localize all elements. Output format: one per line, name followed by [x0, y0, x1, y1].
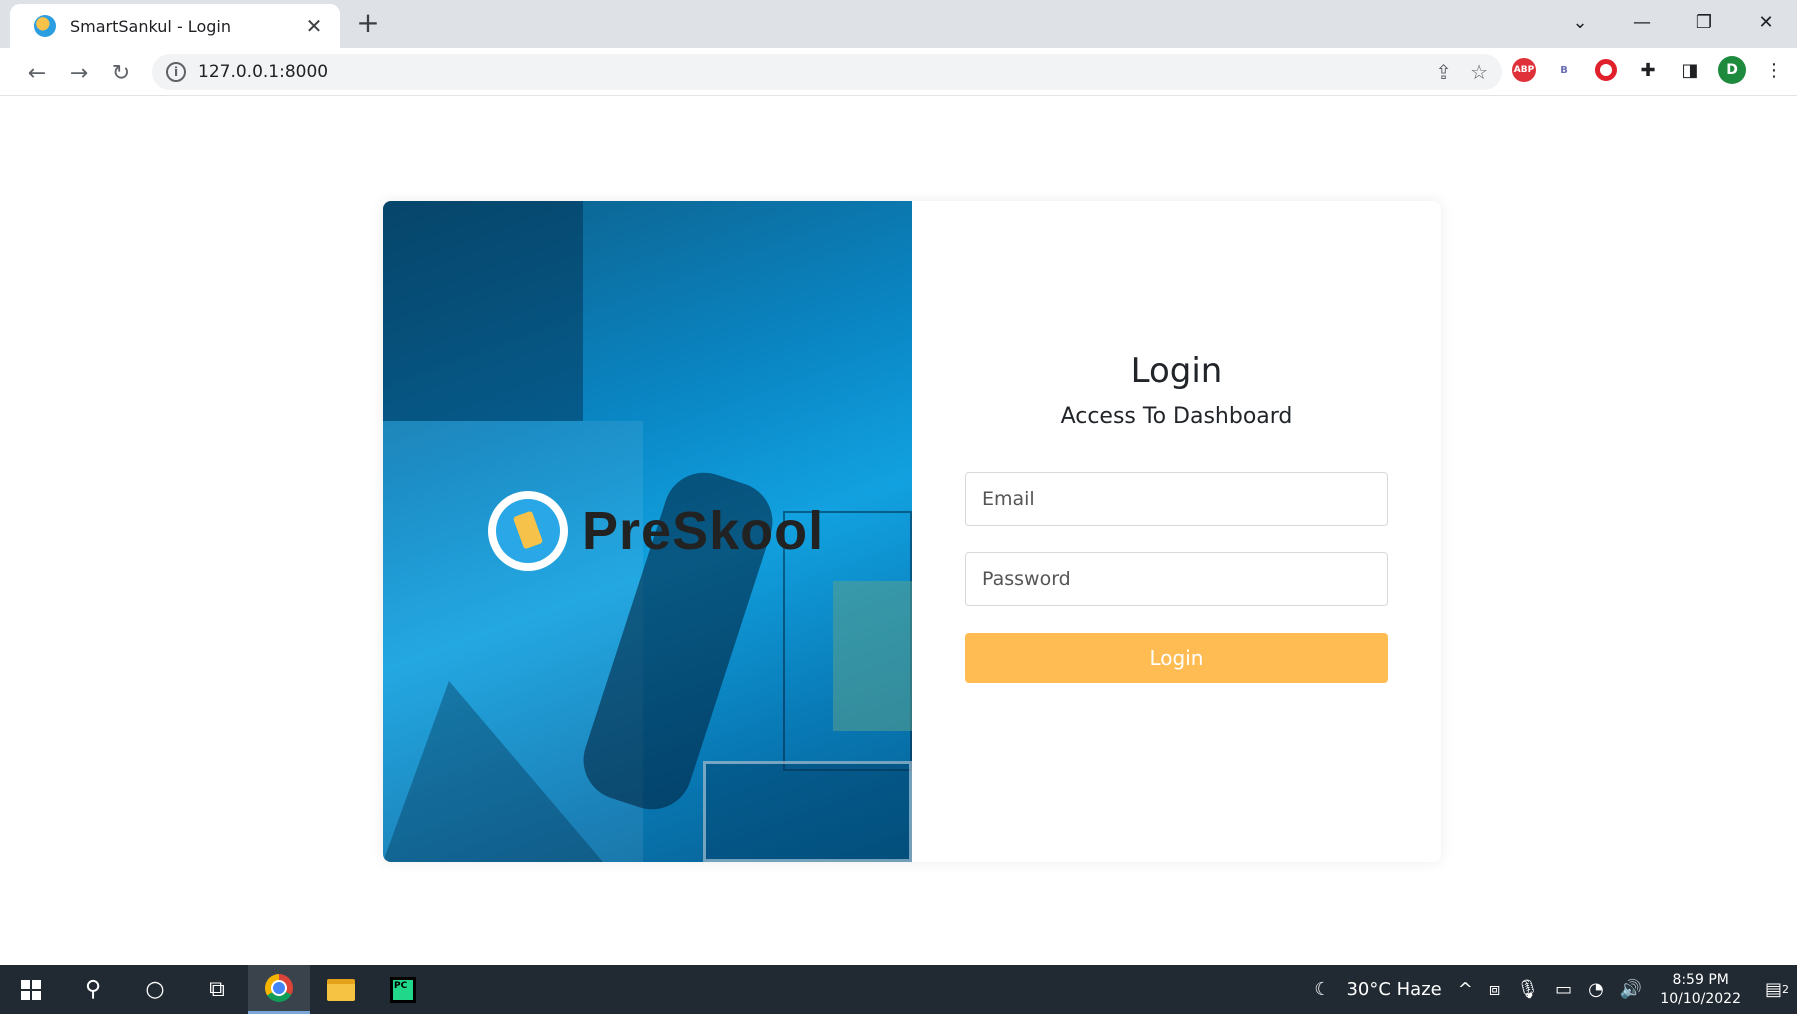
meet-now-icon[interactable]: ⧈ — [1489, 979, 1500, 1000]
windows-taskbar: ⚲ ○ ⧉ PC ☾ 30°C Haze ^ ⧈ 🎙 ▭ ◔ 🔊 8:59 PM… — [0, 965, 1797, 1014]
profile-avatar[interactable]: D — [1718, 56, 1746, 84]
restore-button[interactable]: ❐ — [1673, 0, 1735, 44]
login-card: PreSkool Login Access To Dashboard Login — [383, 201, 1441, 862]
volume-icon[interactable]: 🔊 — [1620, 979, 1642, 1000]
adblock-extension-icon[interactable]: ABP — [1512, 58, 1536, 82]
reload-icon[interactable]: ↻ — [104, 56, 138, 90]
close-window-button[interactable]: ✕ — [1735, 0, 1797, 44]
brand-name: PreSkool — [582, 501, 825, 561]
weather-text[interactable]: 30°C Haze — [1346, 979, 1441, 1000]
login-button[interactable]: Login — [965, 633, 1388, 683]
menu-kebab-icon[interactable]: ⋮ — [1760, 56, 1788, 84]
browser-tab[interactable]: SmartSankul - Login ✕ — [10, 4, 340, 48]
address-bar[interactable]: i 127.0.0.1:8000 ⇪ ☆ — [152, 54, 1502, 90]
extensions-bar: ABP B ✚ ◨ D ⋮ — [1512, 56, 1788, 84]
opera-extension-icon[interactable] — [1592, 56, 1620, 84]
login-form: Login Access To Dashboard Login — [912, 201, 1441, 862]
battery-icon[interactable]: ▭ — [1555, 979, 1572, 1000]
b-extension-icon[interactable]: B — [1550, 56, 1578, 84]
browser-tabstrip: SmartSankul - Login ✕ + ⌄ — ❐ ✕ — [0, 0, 1797, 48]
clock[interactable]: 8:59 PM 10/10/2022 — [1660, 971, 1741, 1009]
page-content: PreSkool Login Access To Dashboard Login — [0, 97, 1797, 965]
password-field[interactable] — [965, 552, 1388, 606]
notification-count: 2 — [1782, 983, 1789, 996]
search-icon[interactable]: ⚲ — [62, 965, 124, 1014]
chevron-up-icon[interactable]: ^ — [1458, 979, 1473, 1000]
hero-image: PreSkool — [383, 201, 912, 862]
forward-arrow-icon[interactable]: → — [62, 56, 96, 90]
weather-moon-icon[interactable]: ☾ — [1314, 979, 1330, 1000]
wifi-icon[interactable]: ◔ — [1588, 979, 1604, 1000]
minimize-button[interactable]: — — [1611, 0, 1673, 44]
new-tab-button[interactable]: + — [352, 8, 384, 40]
tab-title: SmartSankul - Login — [70, 16, 231, 36]
site-info-icon[interactable]: i — [166, 62, 186, 82]
share-icon[interactable]: ⇪ — [1435, 60, 1452, 84]
clock-date: 10/10/2022 — [1660, 990, 1741, 1007]
url-text: 127.0.0.1:8000 — [198, 62, 329, 82]
notification-center-icon[interactable]: ▤ 2 — [1757, 965, 1797, 1014]
cortana-icon[interactable]: ○ — [124, 965, 186, 1014]
puzzle-extensions-icon[interactable]: ✚ — [1634, 56, 1662, 84]
pencil-logo-icon — [488, 491, 568, 571]
page-title: Login — [1130, 351, 1223, 391]
tab-search-icon[interactable]: ⌄ — [1549, 0, 1611, 44]
bookmark-star-icon[interactable]: ☆ — [1470, 60, 1488, 84]
tab-close-icon[interactable]: ✕ — [302, 14, 326, 38]
chrome-taskbar-icon[interactable] — [248, 965, 310, 1014]
page-subtitle: Access To Dashboard — [1060, 404, 1293, 429]
file-explorer-icon[interactable] — [310, 965, 372, 1014]
brand-logo: PreSkool — [488, 491, 824, 571]
favicon-icon — [34, 15, 56, 37]
side-panel-icon[interactable]: ◨ — [1676, 56, 1704, 84]
task-view-icon[interactable]: ⧉ — [186, 965, 248, 1014]
email-field[interactable] — [965, 472, 1388, 526]
microphone-icon[interactable]: 🎙 — [1516, 979, 1539, 1000]
window-controls: ⌄ — ❐ ✕ — [1549, 0, 1797, 44]
omnibox-actions: ⇪ ☆ — [1435, 60, 1488, 84]
start-windows-icon[interactable] — [0, 965, 62, 1014]
back-arrow-icon[interactable]: ← — [20, 56, 54, 90]
system-tray: ☾ 30°C Haze ^ ⧈ 🎙 ▭ ◔ 🔊 8:59 PM 10/10/20… — [1306, 965, 1797, 1014]
pycharm-icon[interactable]: PC — [372, 965, 434, 1014]
clock-time: 8:59 PM — [1672, 971, 1729, 988]
